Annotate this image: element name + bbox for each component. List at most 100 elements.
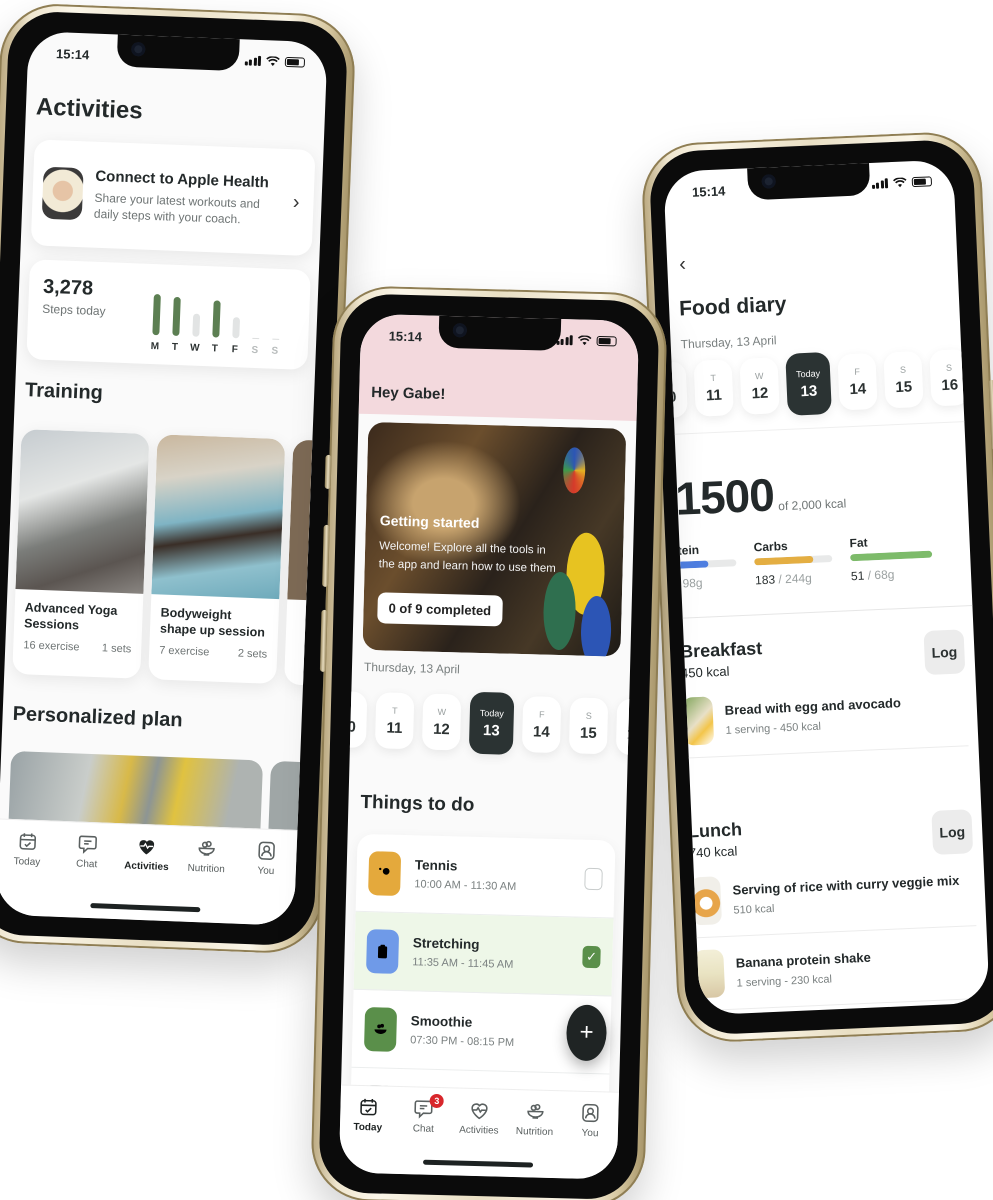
weight-plate <box>542 571 577 651</box>
food-detail: 1 serving - 450 kcal <box>725 720 822 737</box>
date-chip[interactable]: W 12 <box>421 693 462 751</box>
training-card[interactable]: Bodyweight shape up session 7 exercise 2 … <box>148 434 286 685</box>
steps-card[interactable]: 3,278 Steps today MTWTFSS <box>26 259 311 370</box>
steps-day-column: S <box>248 337 263 357</box>
tab-today[interactable]: Today <box>0 830 56 917</box>
macro-name: Fat <box>849 535 868 551</box>
todo-item[interactable]: Tennis 10:00 AM - 11:30 AM <box>355 833 616 919</box>
tab-today[interactable]: Today <box>339 1095 397 1173</box>
camera <box>761 174 777 189</box>
tab-label: Chat <box>75 858 98 871</box>
todo-checkbox[interactable]: ✓ <box>582 945 601 968</box>
food-item[interactable]: Banana protein shake 1 serving - 230 kcal <box>692 926 980 1012</box>
food-item[interactable]: Bread with egg and avocado 1 serving - 45… <box>681 673 969 759</box>
date-chip[interactable]: Today 13 <box>468 691 515 755</box>
day-label: W <box>754 370 764 381</box>
signal-icon <box>871 178 889 189</box>
log-button[interactable]: Log <box>923 629 966 676</box>
training-card[interactable]: Advanced Yoga Sessions 16 exercise 1 sets <box>12 429 150 679</box>
hero-title: Getting started <box>379 512 480 531</box>
date-chip[interactable]: F 14 <box>521 696 562 754</box>
signal-icon <box>244 55 262 66</box>
progress-button[interactable]: 0 of 9 completed <box>377 592 503 627</box>
date-chip[interactable]: Today 13 <box>785 351 832 416</box>
weight-plate <box>562 447 586 494</box>
date-chip[interactable]: S 15 <box>568 697 609 755</box>
user-icon <box>579 1102 602 1125</box>
status-time: 15:14 <box>388 328 423 345</box>
date-chip[interactable]: W 12 <box>739 357 780 415</box>
steps-day-label: W <box>189 342 200 354</box>
chevron-right-icon[interactable]: › <box>292 191 300 214</box>
phone-activities: 15:14 Activities Connect to Apple Health… <box>0 2 357 955</box>
bowl-icon <box>363 1006 398 1052</box>
steps-weekly-chart: MTWTFSS <box>148 282 291 357</box>
power-button <box>988 379 993 450</box>
training-name: Advanced Yoga Sessions <box>23 600 118 633</box>
day-label: Today <box>479 707 504 719</box>
macro-name: Carbs <box>753 538 788 555</box>
bowl-icon <box>196 837 219 860</box>
steps-day-label: T <box>171 341 179 354</box>
date-chip[interactable]: F 14 <box>837 352 878 411</box>
date-label: Thursday, 13 April <box>363 659 460 677</box>
macro-fat: Fat 51 / 68g <box>849 533 933 583</box>
food-image <box>693 949 726 999</box>
tab-you[interactable]: You <box>236 839 295 926</box>
day-label: M <box>344 703 352 715</box>
steps-day-column: T <box>208 300 224 355</box>
day-label: S <box>899 364 907 375</box>
steps-bar <box>211 300 221 338</box>
day-label: T <box>710 372 717 383</box>
food-item[interactable]: Serving of rice with curry veggie mix 510… <box>689 853 977 939</box>
bowl-icon <box>524 1100 547 1123</box>
food-text: Serving of rice with curry veggie mix 510… <box>732 873 960 917</box>
tab-label: Chat <box>412 1123 435 1135</box>
steps-bar <box>191 313 200 337</box>
status-time: 15:14 <box>55 46 90 63</box>
macro-progress-track <box>850 550 933 562</box>
date-chip[interactable]: T 11 <box>693 359 734 417</box>
apple-health-card[interactable]: Connect to Apple Health Share your lates… <box>30 139 316 257</box>
meal-section-lunch: Lunch 740 kcal Log Serving of rice with cur… <box>688 809 980 1012</box>
todo-item[interactable]: Stretching 11:35 AM - 11:45 AM ✓ <box>353 911 614 997</box>
date-chip[interactable]: M 10 <box>663 361 688 419</box>
tab-you[interactable]: You <box>561 1101 619 1179</box>
phone-food-diary: 15:14 ‹ Food diary Thursday, 13 April M1… <box>640 130 993 1045</box>
date-chip[interactable]: M 10 <box>338 691 368 748</box>
battery-icon <box>596 335 617 347</box>
log-button[interactable]: Log <box>931 809 974 855</box>
wifi-icon <box>577 335 592 346</box>
date-chip[interactable]: T 11 <box>374 692 415 750</box>
camera <box>452 323 468 338</box>
date-chip[interactable]: S 15 <box>883 350 924 409</box>
day-number: 14 <box>532 722 550 741</box>
getting-started-card[interactable]: Getting started Welcome! Explore all the… <box>362 421 627 657</box>
meal-heading: Lunch 740 kcal <box>688 819 744 860</box>
heart-pulse-icon <box>468 1099 491 1122</box>
meal-kcal: 740 kcal <box>688 843 738 861</box>
macro-progress-fill <box>663 560 709 570</box>
day-number: 14 <box>849 379 867 398</box>
macro-max: 244g <box>784 570 813 587</box>
macro-progress-fill <box>754 555 813 566</box>
bezel: 15:14 Hey Gabe! Getting started Welcome!… <box>318 293 660 1200</box>
page-title: Food diary <box>678 292 787 321</box>
todo-checkbox[interactable] <box>584 867 603 890</box>
steps-bar <box>271 338 279 340</box>
date-chip[interactable]: S 16 <box>929 348 970 407</box>
notch <box>116 34 240 72</box>
todo-time: 11:35 AM - 11:45 AM <box>412 956 514 971</box>
date-chip[interactable]: S 16 <box>615 698 640 756</box>
macro-value: 63 / 98g <box>663 574 737 592</box>
phone-today: 15:14 Hey Gabe! Getting started Welcome!… <box>310 285 668 1200</box>
mute-switch <box>324 454 332 489</box>
plan-heading: Personalized plan <box>12 702 184 732</box>
food-text: Banana protein shake 1 serving - 230 kcal <box>735 950 871 990</box>
wifi-icon <box>266 56 280 66</box>
todo-text: Smoothie 07:30 PM - 08:15 PM <box>410 1013 567 1050</box>
macro-progress-track <box>663 559 737 570</box>
back-icon[interactable]: ‹ <box>679 253 687 276</box>
food-name: Serving of rice with curry veggie mix <box>732 872 960 898</box>
training-exercises: 16 exercise <box>23 639 80 654</box>
